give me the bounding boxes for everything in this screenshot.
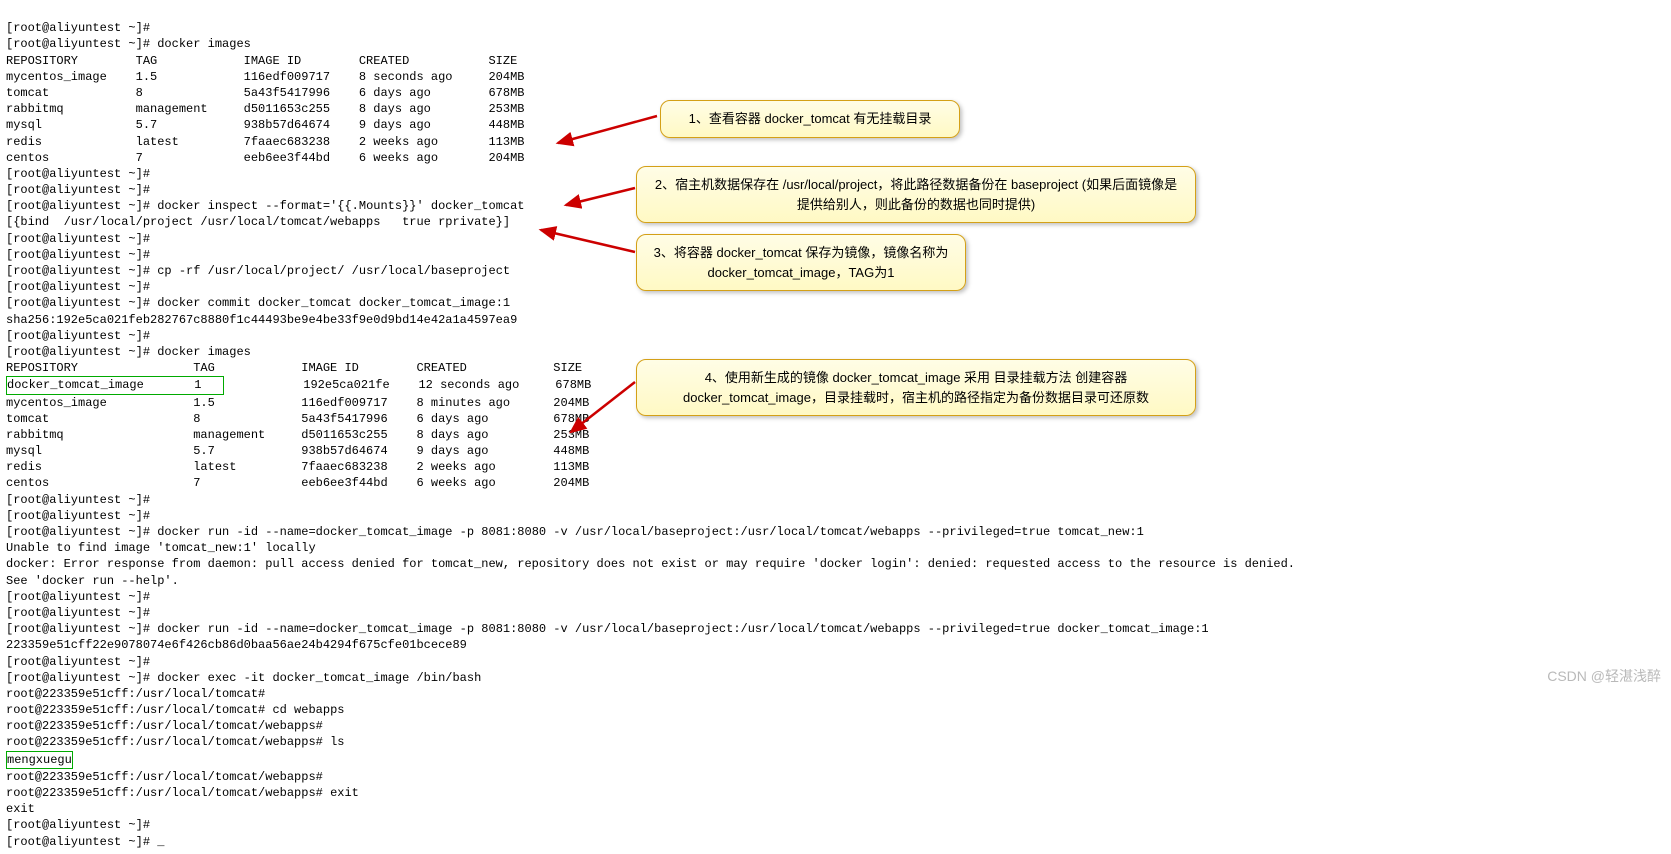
bash-prompt: root@223359e51cff:/usr/local/tomcat/weba… [6,786,330,800]
prompt: [root@aliyuntest ~]# [6,818,157,832]
prompt: [root@aliyuntest ~]# [6,655,157,669]
prompt: [root@aliyuntest ~]# [6,493,157,507]
table-header: REPOSITORY TAG IMAGE ID CREATED SIZE [6,54,517,68]
table-row: 192e5ca021fe 12 seconds ago 678MB [224,378,591,392]
container-id-output: 223359e51cff22e9078074e6f426cb86d0baa56a… [6,638,467,652]
bash-prompt: root@223359e51cff:/usr/local/tomcat# [6,703,272,717]
cursor[interactable]: _ [157,835,164,849]
prompt: [root@aliyuntest ~]# [6,329,157,343]
prompt: [root@aliyuntest ~]# [6,296,157,310]
prompt: [root@aliyuntest ~]# [6,671,157,685]
table-header: REPOSITORY TAG IMAGE ID CREATED SIZE [6,361,582,375]
bash-prompt: root@223359e51cff:/usr/local/tomcat/weba… [6,770,330,784]
cmd-docker-images: docker images [157,345,251,359]
callout-3: 3、将容器 docker_tomcat 保存为镜像，镜像名称为 docker_t… [636,234,966,291]
error-output: See 'docker run --help'. [6,574,179,588]
callout-2: 2、宿主机数据保存在 /usr/local/project，将此路径数据备份在 … [636,166,1196,223]
cmd-cd: cd webapps [272,703,344,717]
callout-text: 4、使用新生成的镜像 docker_tomcat_image 采用 目录挂载方法… [683,370,1149,405]
ls-output-highlighted: mengxuegu [6,751,73,769]
error-output: docker: Error response from daemon: pull… [6,557,1295,571]
table-row: mycentos_image 1.5 116edf009717 8 second… [6,70,524,84]
table-row: redis latest 7faaec683238 2 weeks ago 11… [6,460,589,474]
watermark: CSDN @轻湛浅醉 [1547,667,1661,686]
cmd-docker-images: docker images [157,37,251,51]
cmd-docker-run: docker run -id --name=docker_tomcat_imag… [157,525,1144,539]
prompt: [root@aliyuntest ~]# [6,606,157,620]
prompt: [root@aliyuntest ~]# [6,590,157,604]
cmd-docker-inspect: docker inspect --format='{{.Mounts}}' do… [157,199,524,213]
callout-4: 4、使用新生成的镜像 docker_tomcat_image 采用 目录挂载方法… [636,359,1196,416]
table-row: tomcat 8 5a43f5417996 6 days ago 678MB [6,86,524,100]
table-row: mysql 5.7 938b57d64674 9 days ago 448MB [6,444,589,458]
cmd-docker-run: docker run -id --name=docker_tomcat_imag… [157,622,1208,636]
callout-1: 1、查看容器 docker_tomcat 有无挂载目录 [660,100,960,138]
highlighted-image-row: docker_tomcat_image 1 [6,376,224,394]
callout-text: 2、宿主机数据保存在 /usr/local/project，将此路径数据备份在 … [655,177,1177,212]
table-row: redis latest 7faaec683238 2 weeks ago 11… [6,135,524,149]
prompt: [root@aliyuntest ~]# [6,525,157,539]
cmd-docker-commit: docker commit docker_tomcat docker_tomca… [157,296,510,310]
cmd-docker-exec: docker exec -it docker_tomcat_image /bin… [157,671,481,685]
exit-output: exit [6,802,35,816]
callout-text: 3、将容器 docker_tomcat 保存为镜像，镜像名称为 docker_t… [654,245,949,280]
table-row: rabbitmq management d5011653c255 8 days … [6,102,524,116]
cmd-exit: exit [330,786,359,800]
prompt: [root@aliyuntest ~]# [6,183,157,197]
prompt: [root@aliyuntest ~]# [6,21,157,35]
prompt: [root@aliyuntest ~]# [6,199,157,213]
bash-prompt: root@223359e51cff:/usr/local/tomcat/weba… [6,719,330,733]
prompt: [root@aliyuntest ~]# [6,835,157,849]
table-row: mysql 5.7 938b57d64674 9 days ago 448MB [6,118,524,132]
prompt: [root@aliyuntest ~]# [6,345,157,359]
table-row: tomcat 8 5a43f5417996 6 days ago 678MB [6,412,589,426]
callout-text: 1、查看容器 docker_tomcat 有无挂载目录 [689,111,932,126]
table-row: centos 7 eeb6ee3f44bd 6 weeks ago 204MB [6,476,589,490]
prompt: [root@aliyuntest ~]# [6,37,157,51]
cmd-cp: cp -rf /usr/local/project/ /usr/local/ba… [157,264,510,278]
bash-prompt: root@223359e51cff:/usr/local/tomcat# [6,687,272,701]
sha-output: sha256:192e5ca021feb282767c8880f1c44493b… [6,313,517,327]
prompt: [root@aliyuntest ~]# [6,232,157,246]
table-row: mycentos_image 1.5 116edf009717 8 minute… [6,396,589,410]
inspect-output: [{bind /usr/local/project /usr/local/tom… [6,215,510,229]
cmd-ls: ls [330,735,344,749]
error-output: Unable to find image 'tomcat_new:1' loca… [6,541,316,555]
table-row: rabbitmq management d5011653c255 8 days … [6,428,589,442]
prompt: [root@aliyuntest ~]# [6,248,157,262]
prompt: [root@aliyuntest ~]# [6,280,157,294]
prompt: [root@aliyuntest ~]# [6,622,157,636]
prompt: [root@aliyuntest ~]# [6,264,157,278]
prompt: [root@aliyuntest ~]# [6,509,157,523]
table-row: centos 7 eeb6ee3f44bd 6 weeks ago 204MB [6,151,524,165]
bash-prompt: root@223359e51cff:/usr/local/tomcat/weba… [6,735,330,749]
prompt: [root@aliyuntest ~]# [6,167,157,181]
